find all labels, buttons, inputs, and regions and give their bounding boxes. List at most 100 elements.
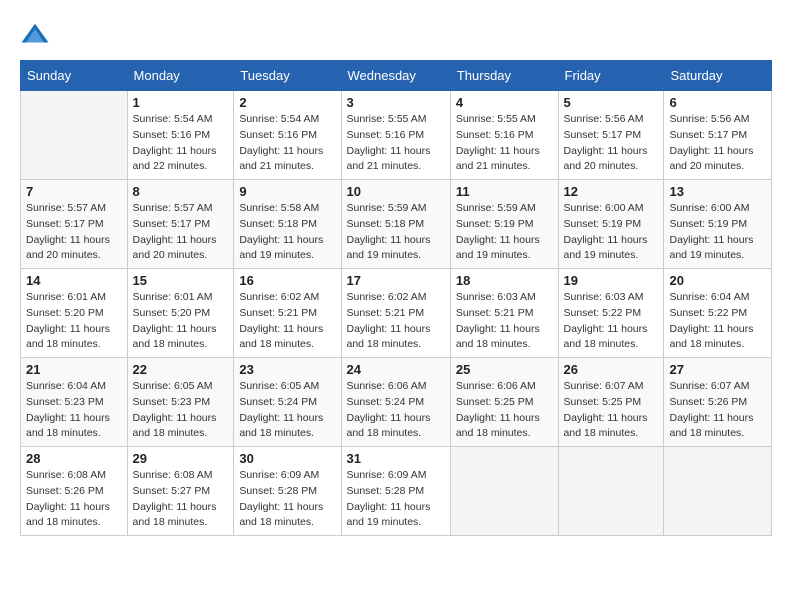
- week-row-4: 21 Sunrise: 6:04 AMSunset: 5:23 PMDayligh…: [21, 358, 772, 447]
- day-number: 15: [133, 273, 229, 288]
- day-info: Sunrise: 6:07 AMSunset: 5:26 PMDaylight:…: [669, 379, 766, 442]
- calendar-cell: 22 Sunrise: 6:05 AMSunset: 5:23 PMDayligh…: [127, 358, 234, 447]
- calendar-cell: 9Sunrise: 5:58 AMSunset: 5:18 PMDaylight…: [234, 180, 341, 269]
- page-header: [20, 20, 772, 50]
- day-info: Sunrise: 6:00 AMSunset: 5:19 PMDaylight:…: [564, 201, 659, 264]
- column-header-saturday: Saturday: [664, 61, 772, 91]
- column-header-thursday: Thursday: [450, 61, 558, 91]
- day-info: Sunrise: 5:57 AMSunset: 5:17 PMDaylight:…: [26, 201, 122, 264]
- calendar-cell: 20 Sunrise: 6:04 AMSunset: 5:22 PMDayligh…: [664, 269, 772, 358]
- calendar-cell: 11 Sunrise: 5:59 AMSunset: 5:19 PMDayligh…: [450, 180, 558, 269]
- day-info: Sunrise: 6:06 AMSunset: 5:24 PMDaylight:…: [347, 379, 445, 442]
- day-number: 22: [133, 362, 229, 377]
- calendar-cell: [450, 447, 558, 536]
- calendar-cell: 14 Sunrise: 6:01 AMSunset: 5:20 PMDayligh…: [21, 269, 128, 358]
- calendar-cell: 3Sunrise: 5:55 AMSunset: 5:16 PMDaylight…: [341, 91, 450, 180]
- column-header-sunday: Sunday: [21, 61, 128, 91]
- day-info: Sunrise: 6:03 AMSunset: 5:21 PMDaylight:…: [456, 290, 553, 353]
- calendar-cell: 12Sunrise: 6:00 AMSunset: 5:19 PMDayligh…: [558, 180, 664, 269]
- day-number: 16: [239, 273, 335, 288]
- day-info: Sunrise: 5:55 AMSunset: 5:16 PMDaylight:…: [347, 112, 445, 175]
- day-number: 21: [26, 362, 122, 377]
- day-info: Sunrise: 5:56 AMSunset: 5:17 PMDaylight:…: [564, 112, 659, 175]
- calendar-cell: 30 Sunrise: 6:09 AMSunset: 5:28 PMDayligh…: [234, 447, 341, 536]
- day-info: Sunrise: 6:02 AMSunset: 5:21 PMDaylight:…: [347, 290, 445, 353]
- calendar-header-row: SundayMondayTuesdayWednesdayThursdayFrid…: [21, 61, 772, 91]
- day-info: Sunrise: 5:57 AMSunset: 5:17 PMDaylight:…: [133, 201, 229, 264]
- calendar-cell: [558, 447, 664, 536]
- calendar-cell: 31Sunrise: 6:09 AMSunset: 5:28 PMDayligh…: [341, 447, 450, 536]
- column-header-wednesday: Wednesday: [341, 61, 450, 91]
- column-header-tuesday: Tuesday: [234, 61, 341, 91]
- day-info: Sunrise: 6:05 AMSunset: 5:23 PMDaylight:…: [133, 379, 229, 442]
- day-number: 13: [669, 184, 766, 199]
- day-info: Sunrise: 6:07 AMSunset: 5:25 PMDaylight:…: [564, 379, 659, 442]
- calendar-cell: 21 Sunrise: 6:04 AMSunset: 5:23 PMDayligh…: [21, 358, 128, 447]
- calendar-cell: 15 Sunrise: 6:01 AMSunset: 5:20 PMDayligh…: [127, 269, 234, 358]
- week-row-5: 28 Sunrise: 6:08 AMSunset: 5:26 PMDayligh…: [21, 447, 772, 536]
- day-info: Sunrise: 6:01 AMSunset: 5:20 PMDaylight:…: [133, 290, 229, 353]
- day-number: 5: [564, 95, 659, 110]
- calendar-cell: 13 Sunrise: 6:00 AMSunset: 5:19 PMDayligh…: [664, 180, 772, 269]
- day-info: Sunrise: 6:04 AMSunset: 5:22 PMDaylight:…: [669, 290, 766, 353]
- day-number: 27: [669, 362, 766, 377]
- calendar-cell: 26 Sunrise: 6:07 AMSunset: 5:25 PMDayligh…: [558, 358, 664, 447]
- week-row-1: 1 Sunrise: 5:54 AMSunset: 5:16 PMDaylight…: [21, 91, 772, 180]
- logo-icon: [20, 20, 50, 50]
- calendar-cell: 29 Sunrise: 6:08 AMSunset: 5:27 PMDayligh…: [127, 447, 234, 536]
- day-info: Sunrise: 6:08 AMSunset: 5:27 PMDaylight:…: [133, 468, 229, 531]
- day-number: 7: [26, 184, 122, 199]
- day-number: 17: [347, 273, 445, 288]
- day-number: 8: [133, 184, 229, 199]
- calendar-table: SundayMondayTuesdayWednesdayThursdayFrid…: [20, 60, 772, 536]
- logo: [20, 20, 55, 50]
- week-row-3: 14 Sunrise: 6:01 AMSunset: 5:20 PMDayligh…: [21, 269, 772, 358]
- calendar-cell: 2 Sunrise: 5:54 AMSunset: 5:16 PMDaylight…: [234, 91, 341, 180]
- calendar-cell: 27 Sunrise: 6:07 AMSunset: 5:26 PMDayligh…: [664, 358, 772, 447]
- day-info: Sunrise: 6:09 AMSunset: 5:28 PMDaylight:…: [239, 468, 335, 531]
- day-info: Sunrise: 6:01 AMSunset: 5:20 PMDaylight:…: [26, 290, 122, 353]
- day-info: Sunrise: 5:54 AMSunset: 5:16 PMDaylight:…: [239, 112, 335, 175]
- day-info: Sunrise: 5:56 AMSunset: 5:17 PMDaylight:…: [669, 112, 766, 175]
- calendar-cell: 16 Sunrise: 6:02 AMSunset: 5:21 PMDayligh…: [234, 269, 341, 358]
- day-number: 29: [133, 451, 229, 466]
- day-number: 10: [347, 184, 445, 199]
- day-number: 19: [564, 273, 659, 288]
- day-number: 28: [26, 451, 122, 466]
- day-number: 9: [239, 184, 335, 199]
- day-number: 31: [347, 451, 445, 466]
- calendar-cell: 10Sunrise: 5:59 AMSunset: 5:18 PMDayligh…: [341, 180, 450, 269]
- day-info: Sunrise: 6:04 AMSunset: 5:23 PMDaylight:…: [26, 379, 122, 442]
- day-info: Sunrise: 6:06 AMSunset: 5:25 PMDaylight:…: [456, 379, 553, 442]
- calendar-cell: 4 Sunrise: 5:55 AMSunset: 5:16 PMDaylight…: [450, 91, 558, 180]
- calendar-cell: 1Sunrise: 5:54 AMSunset: 5:16 PMDaylight…: [127, 91, 234, 180]
- day-info: Sunrise: 5:55 AMSunset: 5:16 PMDaylight:…: [456, 112, 553, 175]
- day-info: Sunrise: 6:08 AMSunset: 5:26 PMDaylight:…: [26, 468, 122, 531]
- day-info: Sunrise: 6:02 AMSunset: 5:21 PMDaylight:…: [239, 290, 335, 353]
- calendar-cell: 17 Sunrise: 6:02 AMSunset: 5:21 PMDayligh…: [341, 269, 450, 358]
- column-header-monday: Monday: [127, 61, 234, 91]
- day-info: Sunrise: 6:00 AMSunset: 5:19 PMDaylight:…: [669, 201, 766, 264]
- day-number: 11: [456, 184, 553, 199]
- day-number: 20: [669, 273, 766, 288]
- calendar-cell: 23Sunrise: 6:05 AMSunset: 5:24 PMDayligh…: [234, 358, 341, 447]
- day-number: 24: [347, 362, 445, 377]
- calendar-cell: 28 Sunrise: 6:08 AMSunset: 5:26 PMDayligh…: [21, 447, 128, 536]
- day-info: Sunrise: 5:59 AMSunset: 5:19 PMDaylight:…: [456, 201, 553, 264]
- day-number: 30: [239, 451, 335, 466]
- day-number: 25: [456, 362, 553, 377]
- day-number: 23: [239, 362, 335, 377]
- day-number: 26: [564, 362, 659, 377]
- calendar-cell: [21, 91, 128, 180]
- calendar-cell: [664, 447, 772, 536]
- day-info: Sunrise: 6:03 AMSunset: 5:22 PMDaylight:…: [564, 290, 659, 353]
- calendar-cell: 24 Sunrise: 6:06 AMSunset: 5:24 PMDayligh…: [341, 358, 450, 447]
- day-number: 1: [133, 95, 229, 110]
- day-number: 4: [456, 95, 553, 110]
- week-row-2: 7 Sunrise: 5:57 AMSunset: 5:17 PMDaylight…: [21, 180, 772, 269]
- calendar-cell: 18 Sunrise: 6:03 AMSunset: 5:21 PMDayligh…: [450, 269, 558, 358]
- day-number: 2: [239, 95, 335, 110]
- day-number: 18: [456, 273, 553, 288]
- column-header-friday: Friday: [558, 61, 664, 91]
- day-number: 14: [26, 273, 122, 288]
